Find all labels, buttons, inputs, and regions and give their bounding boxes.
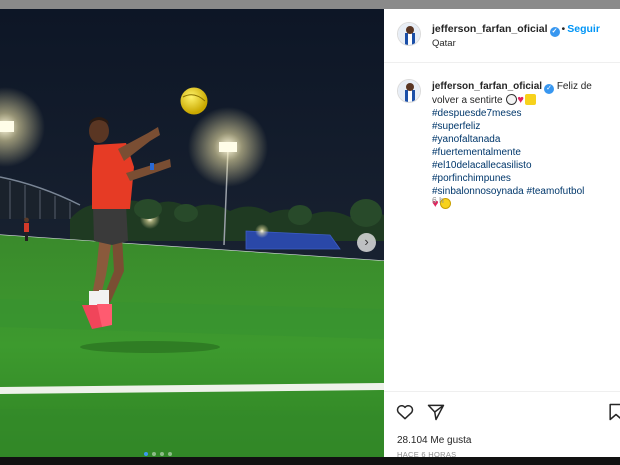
- hashtag-link[interactable]: #porfinchimpunes: [432, 172, 620, 185]
- bookmark-icon[interactable]: [606, 402, 620, 422]
- post-photo-image: [0, 9, 384, 457]
- carousel-dot: [152, 452, 156, 456]
- hashtag-link[interactable]: #el10delacallecasilisto: [432, 159, 620, 172]
- action-bar: 28.104 Me gusta HACE 6 HORAS: [384, 391, 620, 459]
- follow-button[interactable]: Seguir: [567, 23, 600, 35]
- post-header: jefferson_farfan_oficial ✓ • Seguir Qatar: [384, 9, 620, 63]
- hashtag-link[interactable]: #sinbalonnosoynada: [432, 186, 524, 197]
- post-location[interactable]: Qatar: [432, 38, 456, 49]
- separator-dot: •: [561, 23, 566, 35]
- carousel-indicator: [144, 452, 172, 456]
- carousel-dot-active: [144, 452, 148, 456]
- carousel-dot: [168, 452, 172, 456]
- caption-text: jefferson_farfan_oficial ✓ Feliz de volve…: [432, 80, 620, 211]
- chevron-right-icon[interactable]: ›: [357, 233, 376, 252]
- post-side-panel: jefferson_farfan_oficial ✓ • Seguir Qatar j…: [384, 9, 620, 459]
- carousel-dot: [160, 452, 164, 456]
- likes-count[interactable]: 28.104 Me gusta: [397, 435, 472, 446]
- paper-plane-icon[interactable]: [426, 402, 446, 422]
- heart-emoji-icon: ♥: [517, 94, 524, 106]
- heart-outline-icon[interactable]: [395, 402, 415, 422]
- caption-username[interactable]: jefferson_farfan_oficial: [432, 81, 542, 92]
- post-photo[interactable]: ›: [0, 9, 384, 457]
- sparkle-icon: [524, 94, 536, 105]
- avatar[interactable]: [397, 79, 421, 103]
- verified-badge-icon: ✓: [544, 84, 555, 94]
- comment-timestamp[interactable]: 6 h: [432, 195, 444, 205]
- verified-badge-icon: ✓: [549, 27, 560, 37]
- avatar[interactable]: [397, 22, 421, 46]
- hashtag-link[interactable]: #superfeliz: [432, 120, 620, 133]
- hashtag-link[interactable]: #yanofaltanada: [432, 133, 620, 146]
- header-username[interactable]: jefferson_farfan_oficial: [432, 23, 548, 35]
- hashtag-link[interactable]: #fuertementalmente: [432, 146, 620, 159]
- hashtag-link[interactable]: #despuesde7meses: [432, 107, 620, 120]
- background-strip: [0, 457, 620, 465]
- soccer-ball-icon: [506, 94, 518, 105]
- browser-top-strip: [0, 0, 620, 9]
- hashtag-link[interactable]: #teamofutbol: [527, 186, 585, 197]
